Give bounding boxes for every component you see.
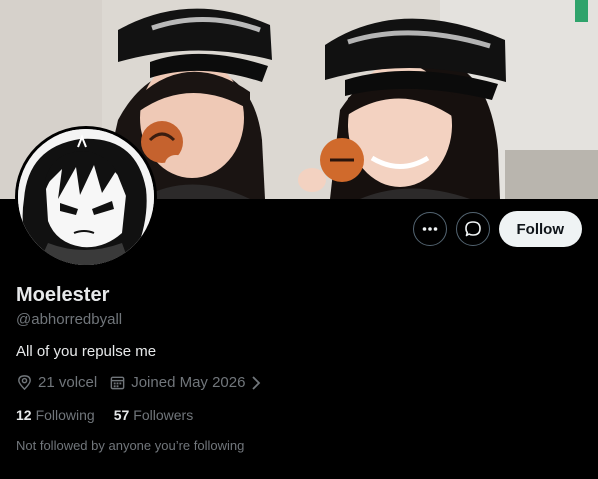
follow-button[interactable]: Follow [498,211,582,247]
followers-link[interactable]: 57 Followers [114,407,193,423]
following-label: Following [35,407,95,423]
avatar-image [18,129,154,265]
more-button[interactable] [412,212,447,246]
not-followed-notice: Not followed by anyone you’re following [16,438,245,453]
profile-bio: All of you repulse me [16,343,157,360]
followers-label: Followers [133,407,194,423]
following-count: 12 [16,407,32,423]
ellipsis-icon [422,227,437,231]
location-item: 21 volcel [16,374,97,391]
joined-date-item[interactable]: Joined May 2026 [109,374,268,391]
avatar[interactable] [15,126,157,268]
profile-actions: Follow [412,211,582,247]
calendar-icon [110,376,125,390]
location-pin-icon [18,375,31,391]
message-button[interactable] [455,212,490,246]
anime-avatar-illustration [18,129,154,265]
follow-stats: 12 Following 57 Followers [16,407,212,423]
message-bubble-icon [464,221,481,237]
location-text: 21 volcel [38,374,98,391]
chevron-right-icon [252,375,261,390]
joined-text: Joined May 2026 [131,374,246,391]
display-name: Moelester [16,284,110,306]
user-handle: @abhorredbyall [16,311,123,328]
following-link[interactable]: 12 Following [16,407,95,423]
profile-meta: 21 volcel Joined May 2026 [16,374,280,391]
followers-count: 57 [113,407,130,423]
